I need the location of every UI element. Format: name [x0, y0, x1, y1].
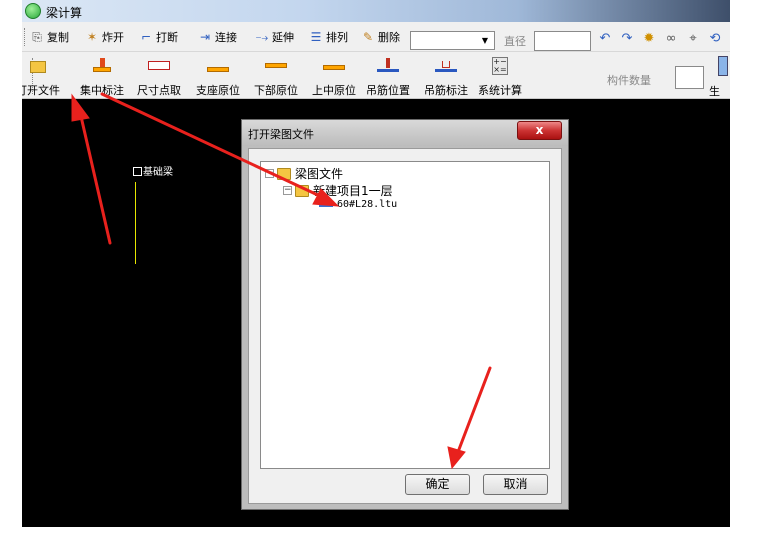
beam-toolbar: 打开文件 集中标注 尺寸点取 支座原位 下部原位 [22, 52, 730, 114]
tree-node-root[interactable]: − 梁图文件 [265, 165, 343, 182]
chevron-down-icon[interactable]: ▼ [478, 32, 492, 49]
support-origin-icon [207, 57, 229, 75]
connect-icon: ⇥ [199, 30, 211, 44]
arrange-button[interactable]: ☰ 排列 [309, 28, 348, 46]
dimension-point-label: 尺寸点取 [137, 84, 181, 97]
extend-icon: ⤍ [255, 30, 269, 44]
crosshair-icon[interactable]: ⌖ [686, 32, 700, 46]
eraser-icon: ✎ [362, 30, 374, 44]
support-origin-button[interactable]: 支座原位 [190, 55, 246, 97]
break-button[interactable]: ⌐ 打断 [139, 28, 178, 46]
arrange-label: 排列 [326, 31, 348, 44]
file-tree[interactable]: − 梁图文件 − 新建项目1一层 60#L28.ltu [260, 161, 550, 469]
arrange-icon: ☰ [310, 30, 322, 44]
copy-label: 复制 [47, 31, 69, 44]
open-beam-file-dialog: 打开梁图文件 x − 梁图文件 − 新建项目1一层 60#L28.ltu 确定 … [241, 119, 569, 510]
hanger-position-label: 吊筋位置 [366, 84, 410, 97]
diameter-input[interactable] [534, 31, 591, 51]
tree-file-label: 60#L28.ltu [337, 199, 398, 210]
concentrated-mark-button[interactable]: 集中标注 [74, 55, 130, 97]
gear-icon[interactable]: ✹ [642, 32, 656, 46]
member-count-label: 构件数量 [607, 74, 651, 87]
top-middle-origin-button[interactable]: 上中原位 [306, 55, 362, 97]
hanger-position-icon [377, 57, 399, 75]
top-middle-origin-icon [323, 57, 345, 75]
tree-node-file[interactable]: 60#L28.ltu [319, 199, 397, 210]
rotate-icon[interactable]: ⟲ [708, 32, 722, 46]
copy-icon: ⎘ [32, 30, 42, 44]
member-count-input[interactable] [675, 66, 704, 89]
folder-icon [295, 184, 309, 197]
concentrated-mark-icon [91, 57, 113, 75]
beam-line [135, 182, 136, 264]
top-middle-origin-label: 上中原位 [312, 84, 356, 97]
open-file-label: 打开文件 [22, 84, 60, 97]
system-calc-button[interactable]: +− ×= 系统计算 [472, 55, 528, 97]
redo-icon[interactable]: ↷ [620, 32, 634, 46]
app-icon [25, 3, 41, 19]
dialog-title: 打开梁图文件 [248, 128, 314, 141]
beam-layer-checkbox[interactable] [133, 167, 142, 176]
toolbar-grip[interactable] [24, 28, 27, 46]
tree-node-project[interactable]: − 新建项目1一层 [283, 182, 393, 199]
title-bar: 梁计算 [22, 0, 730, 22]
copy-button[interactable]: ⎘ 复制 [30, 28, 69, 46]
support-origin-label: 支座原位 [196, 84, 240, 97]
concentrated-mark-label: 集中标注 [80, 84, 124, 97]
dimension-icon [148, 57, 170, 75]
folder-icon [277, 167, 291, 180]
dialog-title-bar[interactable]: 打开梁图文件 x [242, 120, 568, 146]
beam-layer-label: 基础梁 [143, 167, 173, 178]
hanger-position-button[interactable]: 吊筋位置 [360, 55, 416, 97]
connect-button[interactable]: ⇥ 连接 [198, 28, 237, 46]
bottom-origin-label: 下部原位 [254, 84, 298, 97]
cancel-button[interactable]: 取消 [483, 474, 548, 495]
edit-toolbar: ⎘ 复制 ✶ 炸开 ⌐ 打断 ⇥ 连接 ⤍ 延伸 ☰ 排列 ✎ 删除 ▼ 直径 … [22, 22, 730, 52]
explode-button[interactable]: ✶ 炸开 [85, 28, 124, 46]
generate-icon[interactable] [718, 56, 728, 76]
delete-button[interactable]: ✎ 删除 [361, 28, 400, 46]
system-calc-label: 系统计算 [478, 84, 522, 97]
beam-layer-toggle[interactable]: 基础梁 [133, 163, 173, 178]
break-label: 打断 [156, 31, 178, 44]
beam-file-icon [319, 202, 333, 207]
extend-button[interactable]: ⤍ 延伸 [255, 28, 294, 46]
collapse-icon[interactable]: − [265, 169, 274, 178]
tree-project-label: 新建项目1一层 [313, 184, 393, 198]
extend-label: 延伸 [272, 31, 294, 44]
collapse-icon[interactable]: − [283, 186, 292, 195]
undo-icon[interactable]: ↶ [598, 32, 612, 46]
folder-open-icon [27, 57, 49, 75]
hanger-mark-icon [435, 57, 457, 75]
connect-label: 连接 [215, 31, 237, 44]
open-file-button[interactable]: 打开文件 [22, 55, 66, 97]
hanger-mark-button[interactable]: 吊筋标注 [418, 55, 474, 97]
dimension-point-button[interactable]: 尺寸点取 [131, 55, 187, 97]
diameter-label: 直径 [504, 35, 526, 48]
ok-button[interactable]: 确定 [405, 474, 470, 495]
window-title: 梁计算 [46, 6, 83, 20]
delete-label: 删除 [378, 31, 400, 44]
explode-icon: ✶ [86, 30, 98, 44]
bottom-origin-icon [265, 57, 287, 75]
generate-button[interactable]: 生成 [709, 83, 730, 115]
dialog-body: − 梁图文件 − 新建项目1一层 60#L28.ltu 确定 取消 [248, 148, 562, 504]
close-button[interactable]: x [517, 121, 562, 140]
link-icon[interactable]: ∞ [664, 32, 678, 46]
layer-select[interactable]: ▼ [410, 31, 495, 50]
calculator-icon: +− ×= [492, 57, 508, 75]
hanger-mark-label: 吊筋标注 [424, 84, 468, 97]
explode-label: 炸开 [102, 31, 124, 44]
bottom-origin-button[interactable]: 下部原位 [248, 55, 304, 97]
tree-root-label: 梁图文件 [295, 167, 344, 181]
break-icon: ⌐ [140, 30, 152, 44]
app-window: 梁计算 ⎘ 复制 ✶ 炸开 ⌐ 打断 ⇥ 连接 ⤍ 延伸 ☰ 排列 ✎ 删除 ▼… [22, 0, 730, 527]
